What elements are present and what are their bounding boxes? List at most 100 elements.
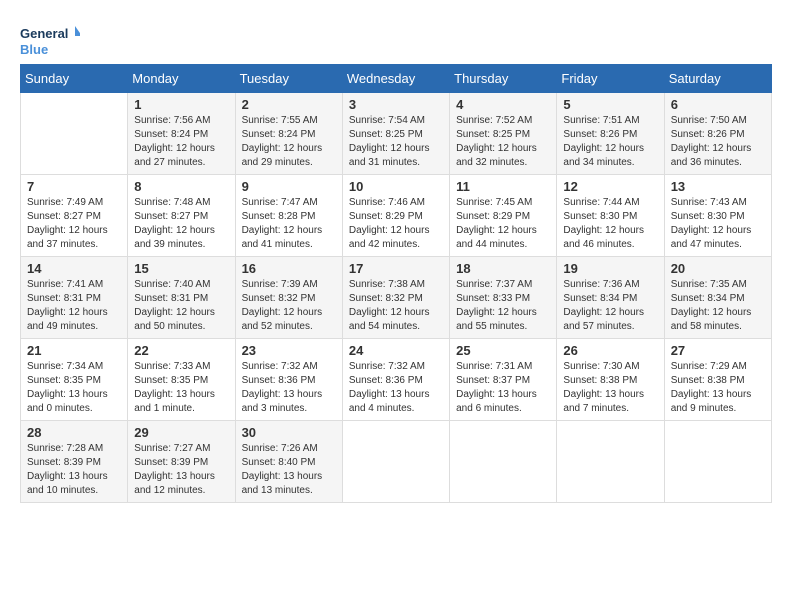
daylight-text: Daylight: 13 hours and 0 minutes. — [27, 389, 108, 414]
sunrise-text: Sunrise: 7:56 AM — [134, 115, 210, 126]
day-number: 5 — [563, 97, 657, 112]
sunrise-text: Sunrise: 7:26 AM — [242, 443, 318, 454]
calendar-cell: 7 Sunrise: 7:49 AM Sunset: 8:27 PM Dayli… — [21, 175, 128, 257]
calendar-cell: 19 Sunrise: 7:36 AM Sunset: 8:34 PM Dayl… — [557, 257, 664, 339]
sunset-text: Sunset: 8:38 PM — [671, 375, 745, 386]
daylight-text: Daylight: 12 hours and 27 minutes. — [134, 143, 215, 168]
daylight-text: Daylight: 12 hours and 55 minutes. — [456, 307, 537, 332]
day-info: Sunrise: 7:33 AM Sunset: 8:35 PM Dayligh… — [134, 360, 228, 416]
sunrise-text: Sunrise: 7:38 AM — [349, 279, 425, 290]
sunrise-text: Sunrise: 7:48 AM — [134, 197, 210, 208]
day-info: Sunrise: 7:47 AM Sunset: 8:28 PM Dayligh… — [242, 196, 336, 252]
daylight-text: Daylight: 13 hours and 9 minutes. — [671, 389, 752, 414]
sunset-text: Sunset: 8:35 PM — [27, 375, 101, 386]
calendar-cell — [450, 421, 557, 503]
sunset-text: Sunset: 8:31 PM — [27, 293, 101, 304]
header-thursday: Thursday — [450, 65, 557, 93]
calendar-cell: 1 Sunrise: 7:56 AM Sunset: 8:24 PM Dayli… — [128, 93, 235, 175]
sunrise-text: Sunrise: 7:27 AM — [134, 443, 210, 454]
calendar-cell: 18 Sunrise: 7:37 AM Sunset: 8:33 PM Dayl… — [450, 257, 557, 339]
sunset-text: Sunset: 8:37 PM — [456, 375, 530, 386]
header-monday: Monday — [128, 65, 235, 93]
day-number: 28 — [27, 425, 121, 440]
sunset-text: Sunset: 8:35 PM — [134, 375, 208, 386]
day-info: Sunrise: 7:54 AM Sunset: 8:25 PM Dayligh… — [349, 114, 443, 170]
sunset-text: Sunset: 8:34 PM — [671, 293, 745, 304]
day-info: Sunrise: 7:50 AM Sunset: 8:26 PM Dayligh… — [671, 114, 765, 170]
daylight-text: Daylight: 12 hours and 49 minutes. — [27, 307, 108, 332]
sunset-text: Sunset: 8:38 PM — [563, 375, 637, 386]
logo: General Blue — [20, 20, 80, 60]
sunset-text: Sunset: 8:28 PM — [242, 211, 316, 222]
daylight-text: Daylight: 13 hours and 13 minutes. — [242, 471, 323, 496]
sunset-text: Sunset: 8:29 PM — [349, 211, 423, 222]
calendar-cell: 27 Sunrise: 7:29 AM Sunset: 8:38 PM Dayl… — [664, 339, 771, 421]
sunset-text: Sunset: 8:40 PM — [242, 457, 316, 468]
day-info: Sunrise: 7:40 AM Sunset: 8:31 PM Dayligh… — [134, 278, 228, 334]
sunset-text: Sunset: 8:32 PM — [242, 293, 316, 304]
calendar-cell — [342, 421, 449, 503]
sunrise-text: Sunrise: 7:54 AM — [349, 115, 425, 126]
daylight-text: Daylight: 12 hours and 39 minutes. — [134, 225, 215, 250]
day-info: Sunrise: 7:32 AM Sunset: 8:36 PM Dayligh… — [349, 360, 443, 416]
sunset-text: Sunset: 8:25 PM — [456, 129, 530, 140]
header-friday: Friday — [557, 65, 664, 93]
sunset-text: Sunset: 8:26 PM — [671, 129, 745, 140]
sunrise-text: Sunrise: 7:45 AM — [456, 197, 532, 208]
calendar-cell: 10 Sunrise: 7:46 AM Sunset: 8:29 PM Dayl… — [342, 175, 449, 257]
sunrise-text: Sunrise: 7:44 AM — [563, 197, 639, 208]
sunrise-text: Sunrise: 7:40 AM — [134, 279, 210, 290]
calendar-cell: 11 Sunrise: 7:45 AM Sunset: 8:29 PM Dayl… — [450, 175, 557, 257]
sunset-text: Sunset: 8:39 PM — [134, 457, 208, 468]
sunset-text: Sunset: 8:34 PM — [563, 293, 637, 304]
daylight-text: Daylight: 13 hours and 6 minutes. — [456, 389, 537, 414]
day-info: Sunrise: 7:32 AM Sunset: 8:36 PM Dayligh… — [242, 360, 336, 416]
daylight-text: Daylight: 12 hours and 58 minutes. — [671, 307, 752, 332]
sunrise-text: Sunrise: 7:32 AM — [242, 361, 318, 372]
day-number: 6 — [671, 97, 765, 112]
calendar-cell — [21, 93, 128, 175]
calendar-week-row: 28 Sunrise: 7:28 AM Sunset: 8:39 PM Dayl… — [21, 421, 772, 503]
calendar-table: SundayMondayTuesdayWednesdayThursdayFrid… — [20, 64, 772, 503]
day-number: 11 — [456, 179, 550, 194]
calendar-cell: 5 Sunrise: 7:51 AM Sunset: 8:26 PM Dayli… — [557, 93, 664, 175]
day-number: 1 — [134, 97, 228, 112]
sunset-text: Sunset: 8:36 PM — [242, 375, 316, 386]
calendar-cell: 4 Sunrise: 7:52 AM Sunset: 8:25 PM Dayli… — [450, 93, 557, 175]
sunrise-text: Sunrise: 7:41 AM — [27, 279, 103, 290]
day-info: Sunrise: 7:27 AM Sunset: 8:39 PM Dayligh… — [134, 442, 228, 498]
calendar-cell: 25 Sunrise: 7:31 AM Sunset: 8:37 PM Dayl… — [450, 339, 557, 421]
daylight-text: Daylight: 13 hours and 3 minutes. — [242, 389, 323, 414]
calendar-cell — [664, 421, 771, 503]
page-header: General Blue — [20, 20, 772, 60]
calendar-cell: 20 Sunrise: 7:35 AM Sunset: 8:34 PM Dayl… — [664, 257, 771, 339]
day-number: 26 — [563, 343, 657, 358]
day-info: Sunrise: 7:55 AM Sunset: 8:24 PM Dayligh… — [242, 114, 336, 170]
sunrise-text: Sunrise: 7:29 AM — [671, 361, 747, 372]
day-info: Sunrise: 7:34 AM Sunset: 8:35 PM Dayligh… — [27, 360, 121, 416]
day-info: Sunrise: 7:30 AM Sunset: 8:38 PM Dayligh… — [563, 360, 657, 416]
day-number: 10 — [349, 179, 443, 194]
calendar-week-row: 21 Sunrise: 7:34 AM Sunset: 8:35 PM Dayl… — [21, 339, 772, 421]
calendar-header-row: SundayMondayTuesdayWednesdayThursdayFrid… — [21, 65, 772, 93]
day-number: 24 — [349, 343, 443, 358]
calendar-cell: 12 Sunrise: 7:44 AM Sunset: 8:30 PM Dayl… — [557, 175, 664, 257]
day-number: 27 — [671, 343, 765, 358]
calendar-cell: 15 Sunrise: 7:40 AM Sunset: 8:31 PM Dayl… — [128, 257, 235, 339]
daylight-text: Daylight: 13 hours and 12 minutes. — [134, 471, 215, 496]
calendar-cell: 8 Sunrise: 7:48 AM Sunset: 8:27 PM Dayli… — [128, 175, 235, 257]
sunrise-text: Sunrise: 7:39 AM — [242, 279, 318, 290]
sunrise-text: Sunrise: 7:31 AM — [456, 361, 532, 372]
sunrise-text: Sunrise: 7:49 AM — [27, 197, 103, 208]
calendar-week-row: 7 Sunrise: 7:49 AM Sunset: 8:27 PM Dayli… — [21, 175, 772, 257]
sunset-text: Sunset: 8:32 PM — [349, 293, 423, 304]
calendar-cell: 22 Sunrise: 7:33 AM Sunset: 8:35 PM Dayl… — [128, 339, 235, 421]
day-info: Sunrise: 7:39 AM Sunset: 8:32 PM Dayligh… — [242, 278, 336, 334]
day-number: 14 — [27, 261, 121, 276]
daylight-text: Daylight: 12 hours and 54 minutes. — [349, 307, 430, 332]
day-info: Sunrise: 7:26 AM Sunset: 8:40 PM Dayligh… — [242, 442, 336, 498]
sunrise-text: Sunrise: 7:47 AM — [242, 197, 318, 208]
svg-text:Blue: Blue — [20, 42, 48, 57]
daylight-text: Daylight: 12 hours and 32 minutes. — [456, 143, 537, 168]
sunrise-text: Sunrise: 7:36 AM — [563, 279, 639, 290]
